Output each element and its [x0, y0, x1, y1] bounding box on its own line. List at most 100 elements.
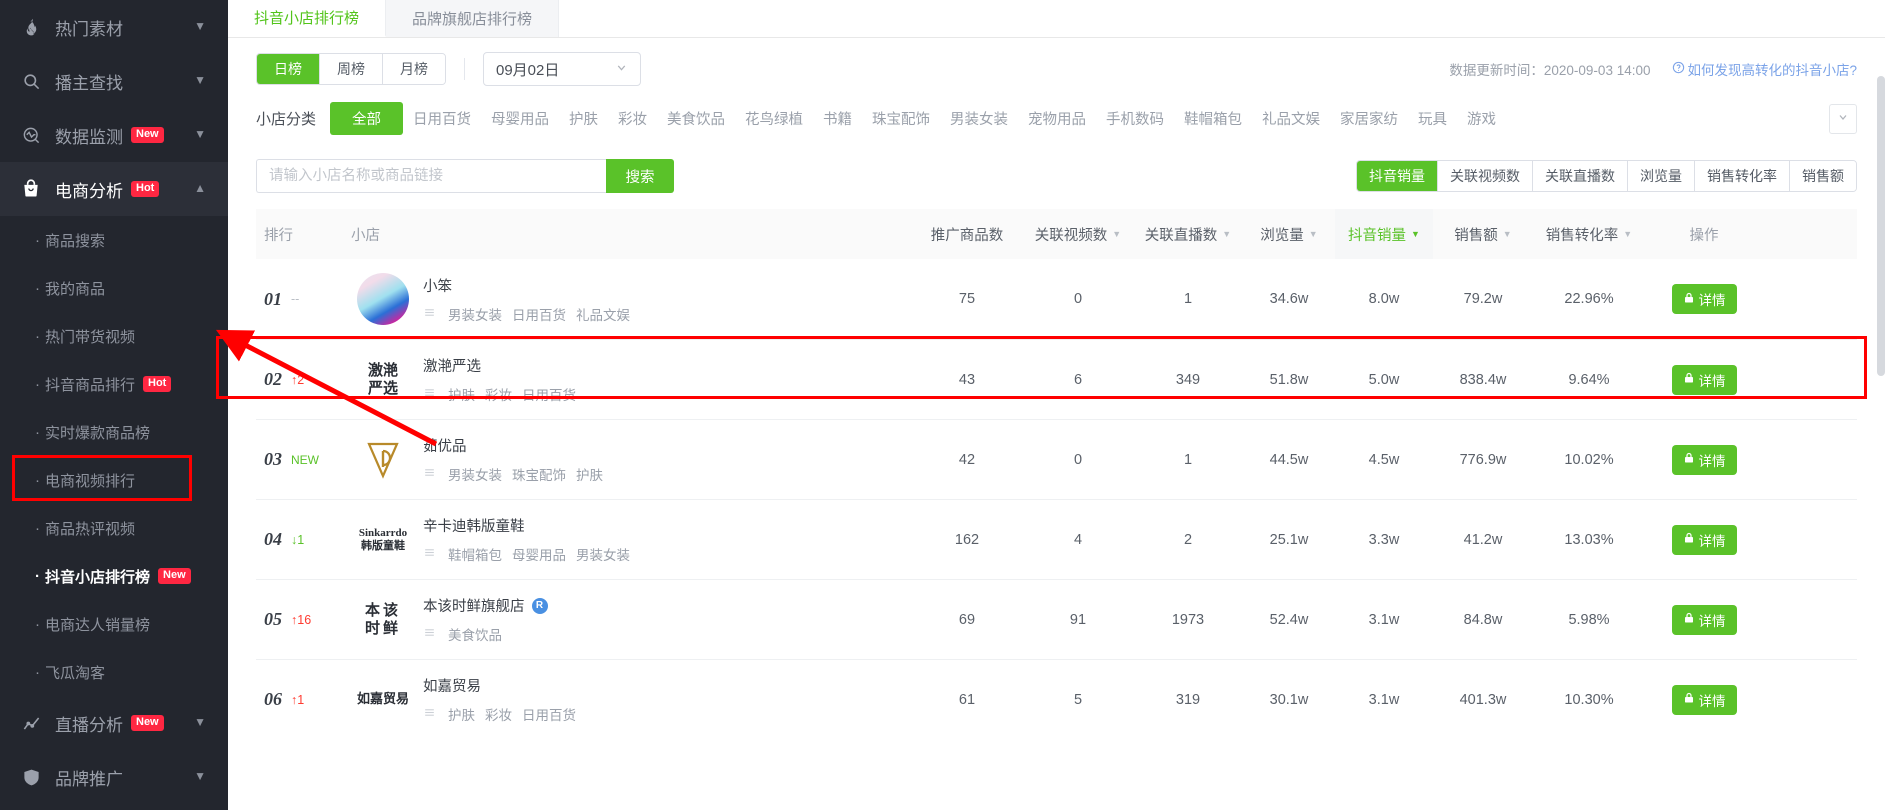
shop-name[interactable]: 小笨 [423, 275, 630, 296]
header-views[interactable]: 浏览量 ▼ [1243, 224, 1335, 245]
sidebar-item-hot-selling-videos[interactable]: · 热门带货视频 [0, 312, 228, 360]
category-item-gifts[interactable]: 礼品文娱 [1252, 103, 1330, 134]
category-item-pets[interactable]: 宠物用品 [1018, 103, 1096, 134]
category-item-jewelry[interactable]: 珠宝配饰 [862, 103, 940, 134]
sidebar-item-douyin-shop-rank[interactable]: · 抖音小店排行榜 New [0, 552, 228, 600]
sidebar-item-my-products[interactable]: · 我的商品 [0, 264, 228, 312]
period-daily-button[interactable]: 日榜 [257, 54, 320, 84]
category-item-games[interactable]: 游戏 [1457, 103, 1506, 134]
sidebar-item-realtime-hot-products[interactable]: · 实时爆款商品榜 [0, 408, 228, 456]
shop-name-text: 小笨 [423, 278, 452, 295]
sidebar-item-anchor-search[interactable]: 播主查找 ▼ [0, 54, 228, 108]
sidebar-item-ecommerce-analysis[interactable]: 电商分析 Hot ▲ [0, 162, 228, 216]
tab-douyin-shop-rank[interactable]: 抖音小店排行榜 [228, 0, 387, 37]
sort-control[interactable]: 销售转化率 ▼ [1546, 224, 1632, 245]
table-row[interactable]: 05 ↑16 本该 时鲜 本该时鲜旗舰店 R 美食饮品 69 91 1973 5… [256, 579, 1857, 659]
tab-brand-flagship-rank[interactable]: 品牌旗舰店排行榜 [386, 0, 560, 37]
period-weekly-button[interactable]: 周榜 [320, 54, 383, 84]
chart-line-icon [20, 712, 42, 734]
cell-promo-products: 61 [958, 691, 976, 708]
table-row[interactable]: 01 -- 小笨 男装女装 日用百货 礼品文娱 75 0 1 34.6w 8.0… [256, 259, 1857, 339]
category-item-makeup[interactable]: 彩妆 [608, 103, 657, 134]
category-item-plants[interactable]: 花鸟绿植 [735, 103, 813, 134]
sort-control-active[interactable]: 抖音销量 ▼ [1348, 224, 1420, 245]
page-scrollbar[interactable] [1877, 76, 1885, 810]
category-item-all[interactable]: 全部 [330, 102, 404, 135]
chevron-down-icon: ▼ [194, 715, 206, 729]
detail-button[interactable]: 详情 [1671, 604, 1737, 635]
app-root: 热门素材 ▼ 播主查找 ▼ 数据监测 New ▼ 电商分析 Hot ▲ · 商品… [0, 0, 1885, 810]
sidebar-submenu: · 商品搜索 · 我的商品 · 热门带货视频 · 抖音商品排行 Hot · 实时… [0, 216, 228, 696]
metric-tab-related-lives[interactable]: 关联直播数 [1533, 161, 1628, 191]
category-expand-button[interactable] [1829, 103, 1857, 134]
sidebar-item-live-analysis[interactable]: 直播分析 New ▼ [0, 696, 228, 750]
shop-name[interactable]: 茹优品 [423, 435, 603, 456]
sidebar-item-label: 数据监测 [55, 127, 123, 147]
shop-name[interactable]: 如嘉贸易 [423, 675, 576, 696]
table-row[interactable]: 06 ↑1 如嘉贸易 如嘉贸易 护肤 彩妆 日用百货 61 5 319 30.1… [256, 659, 1857, 739]
sidebar-item-ecommerce-video-rank[interactable]: · 电商视频排行 [0, 456, 228, 504]
rank-cell: 04 ↓1 [256, 529, 351, 550]
sidebar-item-hot-material[interactable]: 热门素材 ▼ [0, 0, 228, 54]
category-item-books[interactable]: 书籍 [813, 103, 862, 134]
header-douyin-sales[interactable]: 抖音销量 ▼ [1335, 209, 1433, 259]
detail-button[interactable]: 详情 [1671, 284, 1737, 314]
category-item-toys[interactable]: 玩具 [1408, 103, 1457, 134]
search-input[interactable] [256, 159, 606, 193]
header-related-videos[interactable]: 关联视频数 ▼ [1023, 224, 1133, 245]
shop-name[interactable]: 激滟严选 [423, 355, 576, 376]
shop-name-text: 本该时鲜旗舰店 [423, 599, 525, 615]
cell-conversion-rate: 13.03% [1564, 531, 1614, 548]
date-select[interactable]: 09月02日 [483, 52, 641, 86]
metric-tab-douyin-sales[interactable]: 抖音销量 [1357, 161, 1438, 191]
sidebar-item-data-monitor[interactable]: 数据监测 New ▼ [0, 108, 228, 162]
chevron-down-icon: ▼ [194, 127, 206, 141]
sidebar-item-label: 播主查找 [55, 73, 123, 93]
category-item-home[interactable]: 家居家纺 [1330, 103, 1408, 134]
metric-tab-views[interactable]: 浏览量 [1628, 161, 1695, 191]
metric-tab-related-videos[interactable]: 关联视频数 [1438, 161, 1533, 191]
header-sales-amount[interactable]: 销售额 ▼ [1433, 224, 1533, 245]
category-list: 全部 日用百货 母婴用品 护肤 彩妆 美食饮品 花鸟绿植 书籍 珠宝配饰 男装女… [330, 102, 1829, 135]
sidebar-item-my-favorites[interactable]: 我的收藏 [0, 804, 228, 810]
shop-name[interactable]: 辛卡迪韩版童鞋 [423, 515, 630, 536]
category-item-clothing[interactable]: 男装女装 [940, 103, 1018, 134]
shop-name[interactable]: 本该时鲜旗舰店 R [423, 595, 548, 616]
period-monthly-button[interactable]: 月榜 [383, 54, 445, 84]
category-item-food[interactable]: 美食饮品 [657, 103, 735, 134]
sidebar-item-ecommerce-influencer-rank[interactable]: · 电商达人销量榜 [0, 600, 228, 648]
cell-sales-amount: 79.2w [1463, 291, 1503, 307]
table-row[interactable]: 04 ↓1 Sinkarrdo 韩版童鞋 辛卡迪韩版童鞋 鞋帽箱包 母婴用品 男… [256, 499, 1857, 579]
sort-control[interactable]: 关联视频数 ▼ [1035, 224, 1121, 245]
metric-tab-sales-amount[interactable]: 销售额 [1790, 161, 1856, 191]
sidebar-item-product-review-videos[interactable]: · 商品热评视频 [0, 504, 228, 552]
category-item-maternal[interactable]: 母婴用品 [481, 103, 559, 134]
category-item-daily[interactable]: 日用百货 [403, 103, 481, 134]
metric-tab-conversion-rate[interactable]: 销售转化率 [1695, 161, 1790, 191]
shop-categories: 护肤 彩妆 日用百货 [423, 704, 576, 724]
table-row[interactable]: 03 NEW 茹优品 男装女装 珠宝配饰 护肤 42 0 1 44.5w 4.5… [256, 419, 1857, 499]
sidebar-item-brand-promotion[interactable]: 品牌推广 ▼ [0, 750, 228, 804]
detail-button[interactable]: 详情 [1671, 364, 1737, 395]
search-button[interactable]: 搜索 [606, 159, 674, 193]
lock-icon [1683, 452, 1695, 467]
cell-related-videos: 91 [1069, 611, 1087, 628]
help-link[interactable]: 如何发现高转化的抖音小店? [1672, 59, 1857, 79]
detail-button[interactable]: 详情 [1671, 524, 1737, 555]
detail-button[interactable]: 详情 [1671, 444, 1737, 475]
sidebar-item-product-search[interactable]: · 商品搜索 [0, 216, 228, 264]
header-conversion-rate[interactable]: 销售转化率 ▼ [1533, 224, 1645, 245]
category-item-digital[interactable]: 手机数码 [1096, 103, 1174, 134]
sort-control[interactable]: 浏览量 ▼ [1260, 224, 1317, 245]
detail-button[interactable]: 详情 [1671, 684, 1737, 715]
sidebar-item-feigua-taoke[interactable]: · 飞瓜淘客 [0, 648, 228, 696]
table-row[interactable]: 02 ↑2 激滟 严选 激滟严选 护肤 彩妆 日用百货 43 6 349 51.… [256, 339, 1857, 419]
sidebar-item-douyin-product-rank[interactable]: · 抖音商品排行 Hot [0, 360, 228, 408]
sidebar-item-label: 电商分析 [55, 181, 123, 201]
category-item-shoes-bags[interactable]: 鞋帽箱包 [1174, 103, 1252, 134]
scrollbar-thumb[interactable] [1877, 76, 1885, 376]
header-related-lives[interactable]: 关联直播数 ▼ [1133, 224, 1243, 245]
category-item-skincare[interactable]: 护肤 [559, 103, 608, 134]
sort-control[interactable]: 销售额 ▼ [1454, 224, 1511, 245]
sort-control[interactable]: 关联直播数 ▼ [1145, 224, 1231, 245]
